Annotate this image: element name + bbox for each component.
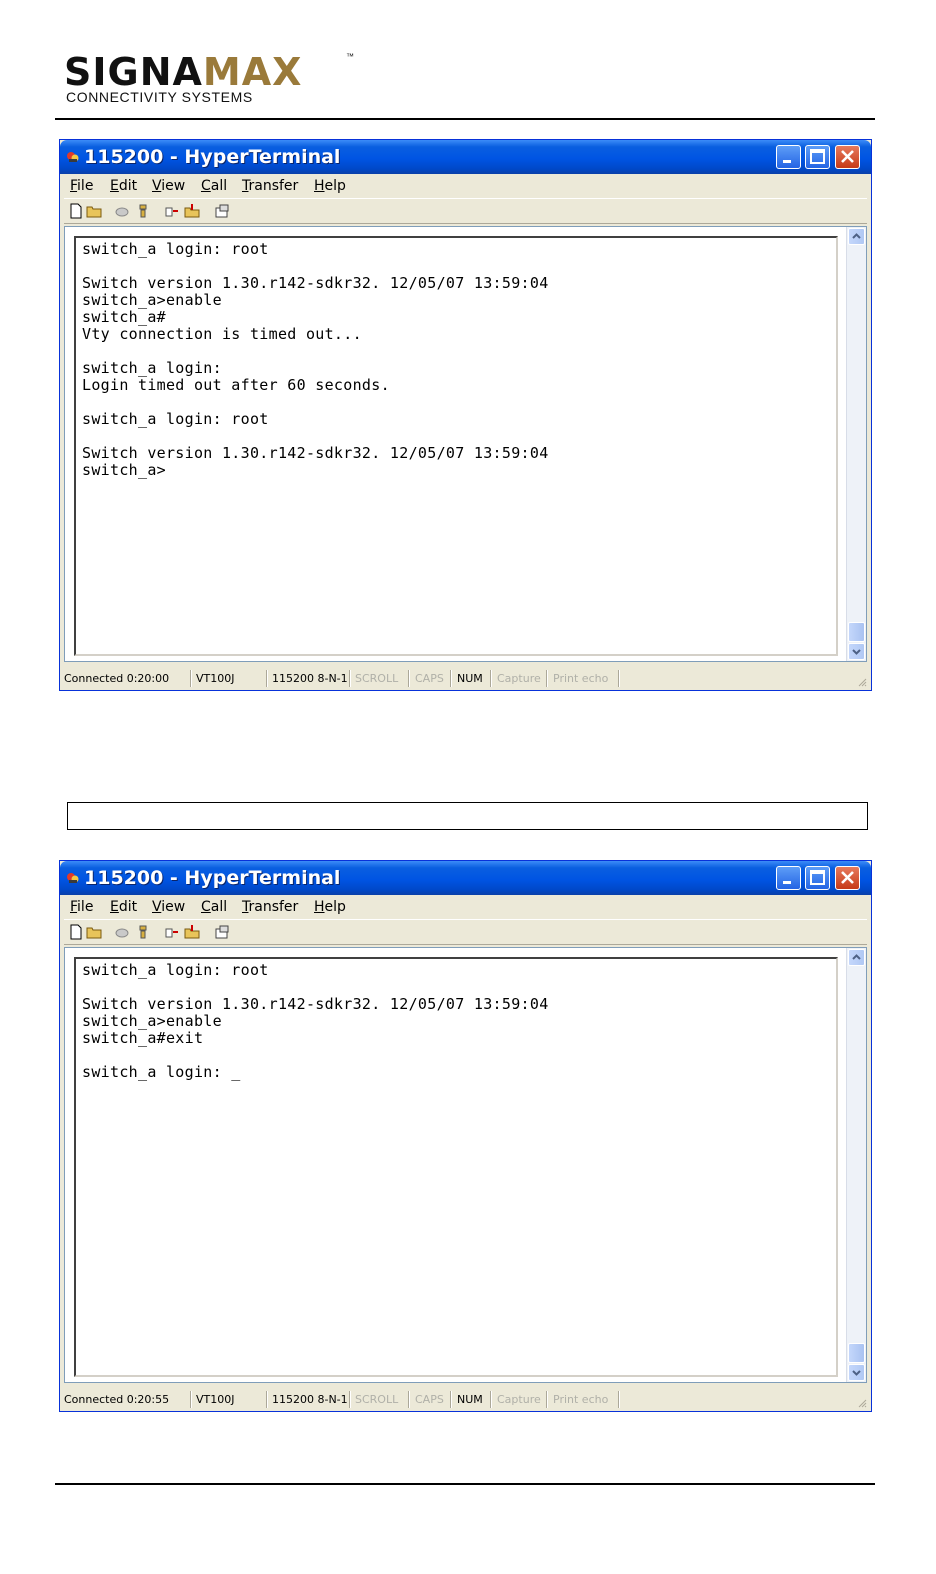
menu-call[interactable]: Call	[201, 178, 227, 194]
menu-bar: File Edit View Call Transfer Help	[64, 896, 867, 918]
status-capture: Capture	[497, 1393, 541, 1406]
logo-wordmark: SIGNAMAX	[64, 52, 302, 92]
vertical-scrollbar[interactable]	[846, 948, 866, 1382]
scroll-up-button[interactable]	[848, 949, 865, 966]
terminal-output: switch_a login: root Switch version 1.30…	[82, 961, 549, 1081]
resize-grip-icon[interactable]	[857, 677, 867, 687]
scroll-down-button[interactable]	[848, 1364, 865, 1381]
status-num: NUM	[457, 672, 483, 685]
maximize-button[interactable]	[805, 866, 830, 890]
status-capture: Capture	[497, 672, 541, 685]
vertical-scrollbar[interactable]	[846, 227, 866, 661]
chevron-down-icon	[852, 649, 861, 655]
logo-tm: ™	[346, 52, 354, 61]
chevron-down-icon	[852, 1370, 861, 1376]
menu-file[interactable]: File	[70, 899, 93, 915]
close-icon	[841, 871, 854, 884]
scroll-down-button[interactable]	[848, 643, 865, 660]
close-icon	[841, 150, 854, 163]
send-icon[interactable]	[164, 924, 180, 940]
status-settings: 115200 8-N-1	[272, 1393, 348, 1406]
dial-icon[interactable]	[135, 924, 151, 940]
window-title: 115200 - HyperTerminal	[84, 867, 341, 889]
terminal-output: switch_a login: root Switch version 1.30…	[82, 240, 549, 479]
signamax-logo: SIGNAMAX ™ CONNECTIVITY SYSTEMS	[64, 52, 364, 112]
title-bar[interactable]: 115200 - HyperTerminal	[60, 861, 871, 895]
status-print-echo: Print echo	[553, 1393, 609, 1406]
disconnect-icon[interactable]	[114, 203, 130, 219]
terminal-area[interactable]: switch_a login: root Switch version 1.30…	[64, 947, 867, 1383]
logo-max: MAX	[202, 50, 303, 94]
properties-icon[interactable]	[214, 203, 230, 219]
new-icon[interactable]	[68, 924, 84, 940]
caption-box	[67, 802, 868, 830]
hyperterminal-window-2: 115200 - HyperTerminal File Edit View Ca…	[59, 860, 872, 1412]
status-num: NUM	[457, 1393, 483, 1406]
scroll-thumb[interactable]	[848, 1343, 865, 1363]
receive-icon[interactable]	[184, 924, 200, 940]
scroll-up-button[interactable]	[848, 228, 865, 245]
menu-help[interactable]: Help	[314, 178, 346, 194]
terminal-area[interactable]: switch_a login: root Switch version 1.30…	[64, 226, 867, 662]
status-settings: 115200 8-N-1	[272, 672, 348, 685]
status-emulation: VT100J	[196, 1393, 235, 1406]
status-bar: Connected 0:20:00 VT100J 115200 8-N-1 SC…	[62, 669, 869, 689]
new-icon[interactable]	[68, 203, 84, 219]
status-scroll: SCROLL	[355, 1393, 399, 1406]
maximize-icon	[810, 149, 825, 164]
header-rule	[55, 118, 875, 120]
status-caps: CAPS	[415, 1393, 444, 1406]
menu-help[interactable]: Help	[314, 899, 346, 915]
toolbar	[64, 198, 867, 224]
menu-edit[interactable]: Edit	[110, 899, 137, 915]
terminal-screen[interactable]: switch_a login: root Switch version 1.30…	[74, 236, 838, 656]
properties-icon[interactable]	[214, 924, 230, 940]
title-bar[interactable]: 115200 - HyperTerminal	[60, 140, 871, 174]
minimize-icon	[783, 881, 791, 884]
menu-call[interactable]: Call	[201, 899, 227, 915]
close-button[interactable]	[835, 145, 860, 169]
hyperterminal-window-1: 115200 - HyperTerminal File Edit View Ca…	[59, 139, 872, 691]
status-caps: CAPS	[415, 672, 444, 685]
status-connected: Connected 0:20:55	[64, 1393, 170, 1406]
maximize-icon	[810, 870, 825, 885]
terminal-screen[interactable]: switch_a login: root Switch version 1.30…	[74, 957, 838, 1377]
open-icon[interactable]	[86, 203, 102, 219]
app-icon	[67, 873, 79, 883]
close-button[interactable]	[835, 866, 860, 890]
menu-transfer[interactable]: Transfer	[242, 178, 298, 194]
app-icon	[67, 152, 79, 162]
minimize-button[interactable]	[776, 866, 801, 890]
status-bar: Connected 0:20:55 VT100J 115200 8-N-1 SC…	[62, 1390, 869, 1410]
dial-icon[interactable]	[135, 203, 151, 219]
receive-icon[interactable]	[184, 203, 200, 219]
menu-transfer[interactable]: Transfer	[242, 899, 298, 915]
status-emulation: VT100J	[196, 672, 235, 685]
menu-file[interactable]: File	[70, 178, 93, 194]
scroll-thumb[interactable]	[848, 622, 865, 642]
menu-view[interactable]: View	[152, 178, 185, 194]
status-connected: Connected 0:20:00	[64, 672, 170, 685]
menu-view[interactable]: View	[152, 899, 185, 915]
footer-rule	[55, 1483, 875, 1485]
minimize-button[interactable]	[776, 145, 801, 169]
toolbar	[64, 919, 867, 945]
logo-subtitle: CONNECTIVITY SYSTEMS	[66, 89, 253, 105]
chevron-up-icon	[852, 233, 861, 239]
send-icon[interactable]	[164, 203, 180, 219]
logo-signa: SIGNA	[64, 50, 203, 94]
maximize-button[interactable]	[805, 145, 830, 169]
status-print-echo: Print echo	[553, 672, 609, 685]
disconnect-icon[interactable]	[114, 924, 130, 940]
open-icon[interactable]	[86, 924, 102, 940]
menu-edit[interactable]: Edit	[110, 178, 137, 194]
chevron-up-icon	[852, 954, 861, 960]
menu-bar: File Edit View Call Transfer Help	[64, 175, 867, 197]
resize-grip-icon[interactable]	[857, 1398, 867, 1408]
status-scroll: SCROLL	[355, 672, 399, 685]
minimize-icon	[783, 160, 791, 163]
window-title: 115200 - HyperTerminal	[84, 146, 341, 168]
